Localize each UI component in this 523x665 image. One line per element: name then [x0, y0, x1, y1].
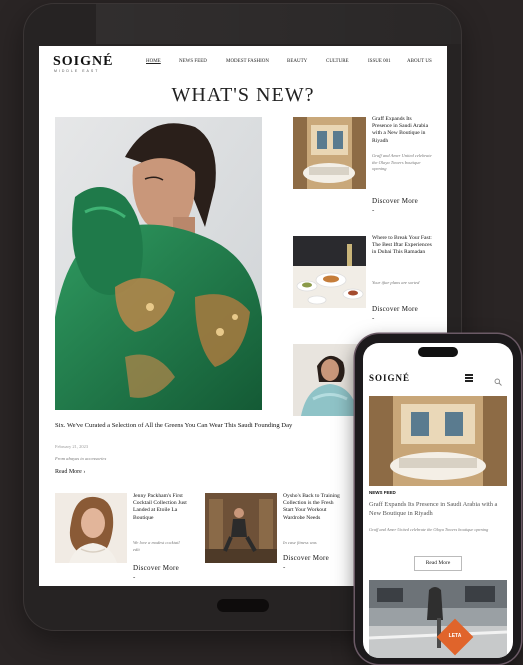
phone-logo[interactable]: SOIGNÉ — [369, 373, 410, 383]
bottom-article-1-cta[interactable]: Discover More — [133, 564, 179, 572]
phone-article-subtitle: Graff and Amer United celebrate the Olay… — [369, 527, 489, 532]
iftar-illustration — [293, 236, 366, 308]
site-logo[interactable]: SOIGNÉ — [53, 54, 113, 70]
phone-notch — [418, 347, 458, 357]
bottom-article-1-title[interactable]: Jenny Packham's First Cocktail Collectio… — [133, 493, 193, 522]
phone-boutique-illustration — [369, 396, 507, 486]
feature-title[interactable]: Six. We've Curated a Selection of All th… — [55, 422, 295, 430]
bottom-article-1-subtitle: We love a modest cocktail edit — [133, 540, 180, 552]
tablet-glare — [96, 4, 461, 44]
site-logo-subtitle: MIDDLE EAST — [54, 69, 100, 73]
side-article-1-dash: - — [372, 206, 375, 214]
street-illustration — [369, 580, 507, 658]
model-illustration — [55, 493, 127, 563]
phone-article-title[interactable]: Graff Expands Its Presence in Saudi Arab… — [369, 501, 507, 519]
nav-modest-fashion[interactable]: MODEST FASHION — [226, 59, 269, 64]
bottom-article-2-title[interactable]: Oysho's Back to Training Collection is t… — [283, 493, 343, 522]
nav-beauty[interactable]: BEAUTY — [287, 59, 307, 64]
tablet-home-button[interactable] — [217, 599, 269, 612]
nav-culture[interactable]: CULTURE — [326, 59, 349, 64]
nav-news-feed[interactable]: NEWS FEED — [179, 59, 207, 64]
side-article-1-title[interactable]: Graff Expands Its Presence in Saudi Arab… — [372, 116, 432, 145]
phone-read-more-button[interactable]: Read More — [414, 556, 462, 571]
hamburger-icon[interactable] — [465, 374, 473, 382]
phone-second-image[interactable] — [369, 580, 507, 658]
bottom-article-2-cta[interactable]: Discover More — [283, 554, 329, 562]
search-icon[interactable] — [494, 373, 502, 386]
bottom-article-2-subtitle: In case fitness was — [283, 540, 317, 545]
side-article-2-subtitle: Your iftar plans are sorted — [372, 280, 420, 285]
workout-illustration — [205, 493, 277, 563]
phone-screen: SOIGNÉ NEWS FEED Graff Expands Its Prese… — [363, 343, 513, 658]
bottom-article-2-image[interactable] — [205, 493, 277, 563]
side-article-1-image[interactable] — [293, 117, 366, 189]
bottom-article-1-image[interactable] — [55, 493, 127, 563]
side-article-1-subtitle: Graff and Amer United celebrate the Olay… — [372, 153, 432, 171]
side-article-2-title[interactable]: Where to Break Your Fast: The Best Iftar… — [372, 235, 432, 257]
nav-issue[interactable]: ISSUE 001 — [368, 59, 391, 64]
side-article-2-image[interactable] — [293, 236, 366, 308]
phone-section-label: NEWS FEED — [369, 490, 396, 495]
bottom-article-2-dash: - — [283, 563, 286, 571]
feature-illustration — [55, 117, 262, 410]
phone-article-image[interactable] — [369, 396, 507, 486]
side-article-2-cta[interactable]: Discover More — [372, 305, 418, 313]
side-article-1-cta[interactable]: Discover More — [372, 197, 418, 205]
feature-subtitle: From abayas to accessories — [55, 456, 107, 461]
phone-badge-text: LETA — [448, 633, 462, 639]
boutique-illustration — [293, 117, 366, 189]
page-headline: WHAT'S NEW? — [171, 84, 315, 106]
feature-image[interactable] — [55, 117, 262, 410]
feature-read-more[interactable]: Read More › — [55, 469, 85, 475]
nav-about-us[interactable]: ABOUT US — [407, 59, 432, 64]
nav-home[interactable]: HOME — [146, 59, 161, 64]
side-article-2-dash: - — [372, 314, 375, 322]
bottom-article-1-dash: - — [133, 573, 136, 581]
feature-date: February 21, 2023 — [55, 444, 89, 449]
